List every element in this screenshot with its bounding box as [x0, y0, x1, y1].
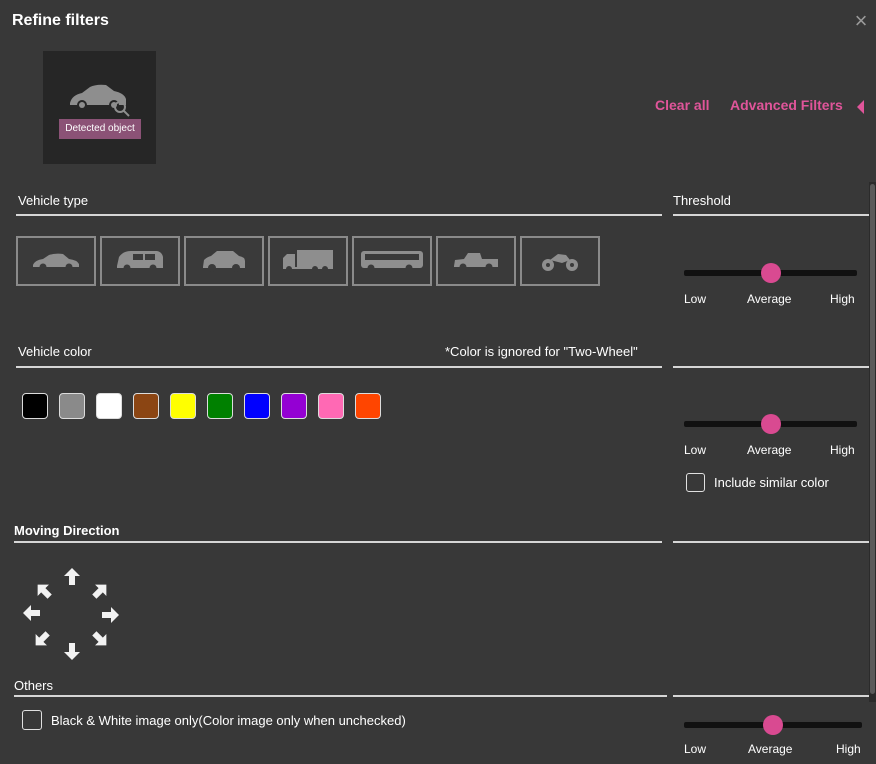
vehicle-type-buttons: [16, 236, 600, 286]
arrow-up-left-icon[interactable]: [30, 577, 58, 605]
detected-object-badge: Detected object: [59, 119, 141, 139]
color-swatch[interactable]: [133, 393, 159, 419]
bw-image-checkbox[interactable]: [22, 710, 42, 730]
arrow-down-right-icon[interactable]: [86, 625, 114, 653]
arrow-up-icon[interactable]: [62, 567, 82, 587]
slider-average-label: Average: [747, 443, 792, 457]
arrow-up-right-icon[interactable]: [86, 577, 114, 605]
direction-threshold-divider: [673, 541, 869, 543]
vehicle-type-motorcycle[interactable]: [520, 236, 600, 286]
pickup-icon: [454, 253, 498, 271]
vehicle-type-threshold-thumb[interactable]: [760, 263, 781, 283]
clear-all-link[interactable]: Clear all: [655, 97, 709, 113]
similar-color-label: Include similar color: [714, 475, 829, 490]
vehicle-color-label: Vehicle color: [18, 344, 92, 359]
slider-average-label: Average: [748, 742, 793, 756]
color-swatch[interactable]: [281, 393, 307, 419]
dialog-title: Refine filters: [12, 12, 109, 29]
bus-icon: [361, 251, 423, 272]
color-swatch[interactable]: [22, 393, 48, 419]
color-swatch[interactable]: [96, 393, 122, 419]
scrollbar-thumb[interactable]: [870, 184, 875, 694]
slider-average-label: Average: [747, 292, 792, 306]
sedan-icon: [33, 253, 79, 271]
vehicle-type-sedan[interactable]: [16, 236, 96, 286]
vehicle-type-truck[interactable]: [268, 236, 348, 286]
slider-low-label: Low: [684, 742, 707, 756]
threshold-label: Threshold: [673, 193, 731, 208]
color-threshold-divider: [673, 366, 869, 368]
detected-object-thumbnail[interactable]: Detected object: [43, 51, 156, 164]
advanced-filters-link[interactable]: Advanced Filters: [730, 97, 843, 113]
motorcycle-icon: [542, 254, 578, 271]
moving-direction-label: Moving Direction: [14, 523, 120, 538]
vehicle-type-minivan[interactable]: [100, 236, 180, 286]
color-swatch[interactable]: [355, 393, 381, 419]
vehicle-type-label: Vehicle type: [18, 193, 89, 208]
slider-high-label: High: [836, 742, 861, 756]
slider-low-label: Low: [684, 443, 707, 457]
moving-direction-divider: [14, 541, 662, 543]
threshold-divider: [673, 214, 869, 216]
color-swatch[interactable]: [207, 393, 233, 419]
vehicle-color-note: *Color is ignored for "Two-Wheel": [445, 344, 638, 359]
triangle-left-icon[interactable]: [857, 100, 864, 114]
color-swatch[interactable]: [318, 393, 344, 419]
similar-color-checkbox[interactable]: [686, 473, 705, 492]
suv-icon: [203, 251, 245, 272]
color-swatch[interactable]: [244, 393, 270, 419]
bw-image-label: Black & White image only(Color image onl…: [51, 713, 406, 728]
vehicle-color-divider: [16, 366, 662, 368]
car-search-icon: [70, 84, 130, 117]
color-swatch[interactable]: [170, 393, 196, 419]
arrow-right-icon[interactable]: [100, 605, 120, 625]
color-swatches: [22, 393, 381, 419]
truck-icon: [283, 250, 333, 272]
others-threshold-divider: [673, 695, 869, 697]
others-threshold-thumb[interactable]: [763, 715, 783, 735]
vehicle-type-bus[interactable]: [352, 236, 432, 286]
vehicle-type-divider: [16, 214, 662, 216]
slider-low-label: Low: [684, 292, 707, 306]
slider-high-label: High: [830, 443, 855, 457]
direction-picker: [22, 565, 122, 665]
others-label: Others: [14, 678, 54, 693]
close-icon[interactable]: ×: [850, 10, 872, 32]
vehicle-type-pickup[interactable]: [436, 236, 516, 286]
slider-high-label: High: [830, 292, 855, 306]
color-threshold-thumb[interactable]: [760, 414, 781, 434]
minivan-icon: [117, 251, 163, 272]
others-divider: [14, 695, 667, 697]
arrow-left-icon[interactable]: [22, 603, 42, 623]
arrow-down-left-icon[interactable]: [28, 625, 56, 653]
vehicle-type-suv[interactable]: [184, 236, 264, 286]
color-swatch[interactable]: [59, 393, 85, 419]
arrow-down-icon[interactable]: [62, 641, 82, 661]
